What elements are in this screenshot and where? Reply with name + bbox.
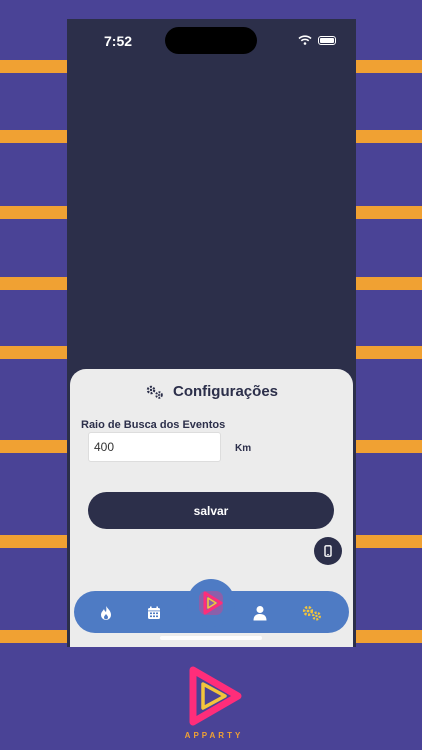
- unit-label: Km: [235, 443, 252, 454]
- phone-screen: 7:52 Configurações Raio de Busca dos Eve…: [67, 19, 356, 647]
- play-icon: [199, 591, 223, 615]
- fire-icon: [101, 606, 111, 620]
- nav-fire[interactable]: [97, 604, 115, 622]
- nav-settings[interactable]: [300, 604, 324, 622]
- save-button[interactable]: salvar: [88, 492, 334, 529]
- battery-icon: [318, 35, 336, 45]
- device-button[interactable]: [314, 537, 342, 565]
- phone-icon: [324, 545, 332, 557]
- nav-play[interactable]: [187, 579, 235, 627]
- settings-title-text: Configurações: [172, 383, 278, 400]
- status-time: 7:52: [104, 33, 133, 49]
- nav-calendar[interactable]: [145, 604, 163, 622]
- user-icon: [253, 606, 267, 621]
- brand-name: APPARTY: [184, 731, 244, 740]
- apparty-logo: [189, 666, 242, 726]
- radius-input[interactable]: [88, 432, 221, 462]
- gears-icon: [302, 605, 321, 621]
- calendar-icon: [148, 606, 160, 619]
- wifi-icon: [298, 35, 312, 45]
- radius-label: Raio de Busca dos Eventos: [81, 419, 226, 431]
- nav-user[interactable]: [251, 604, 269, 622]
- gears-icon: [146, 385, 163, 399]
- settings-title: Configurações: [70, 383, 353, 400]
- home-indicator: [160, 636, 262, 640]
- dynamic-island: [165, 27, 257, 54]
- status-icons: [298, 35, 336, 45]
